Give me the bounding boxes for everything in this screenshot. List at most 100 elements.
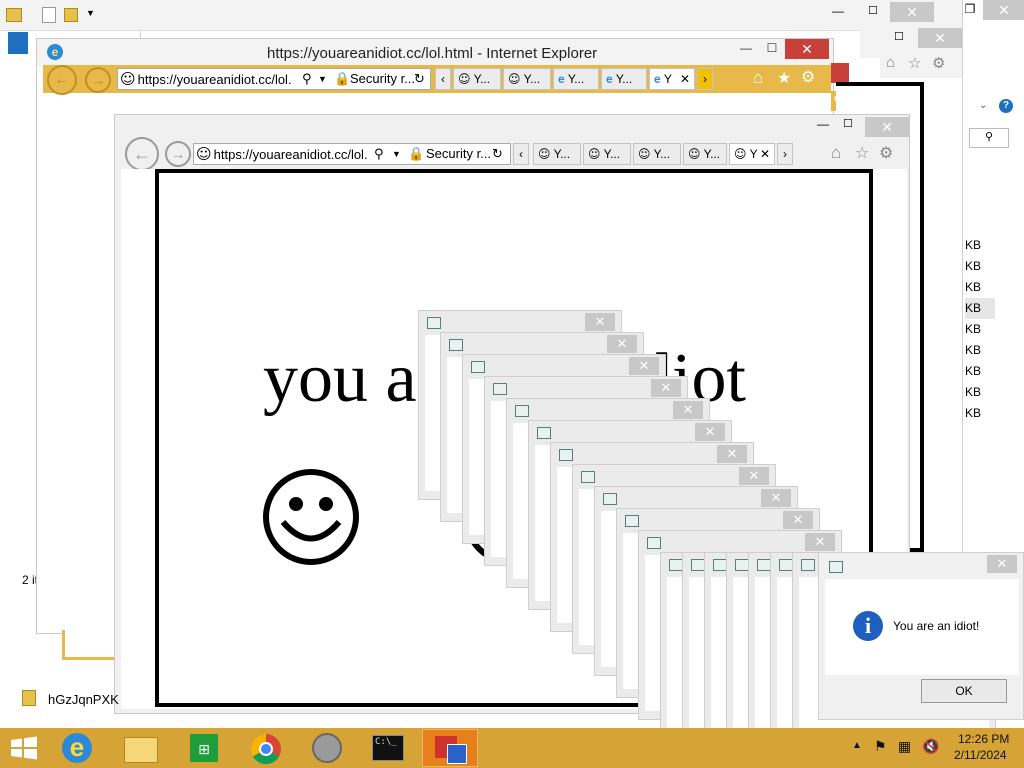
home-icon[interactable]: ⌂: [753, 68, 763, 88]
taskbar-ie-button[interactable]: e: [50, 729, 106, 767]
clock-date[interactable]: 2/11/2024: [954, 748, 1007, 762]
tab-scroll-right[interactable]: ›: [697, 68, 713, 90]
close-button[interactable]: ✕: [695, 423, 725, 441]
maximize-button[interactable]: ☐: [868, 4, 878, 17]
close-button[interactable]: ✕: [761, 489, 791, 507]
close-button[interactable]: ✕: [865, 117, 909, 137]
tab-scroll-left[interactable]: ‹: [435, 68, 451, 90]
forward-button[interactable]: →: [85, 67, 111, 93]
size-unit: KB: [965, 322, 982, 336]
search-icon[interactable]: ⚲: [302, 69, 312, 89]
network-icon[interactable]: ▦: [898, 738, 911, 755]
minimize-button[interactable]: —: [832, 4, 844, 18]
browser-tab-active[interactable]: e Y ✕: [649, 68, 695, 90]
taskbar-store-button[interactable]: ⊞: [176, 729, 232, 767]
back-button[interactable]: ←: [47, 65, 77, 95]
taskbar-active-app-button[interactable]: [422, 729, 478, 767]
browser-tab[interactable]: e Y...: [553, 68, 599, 90]
address-bar[interactable]: ☺ https://youareanidiot.cc/lol. ⚲ ▼ 🔒 Sec…: [117, 68, 431, 90]
browser-tab[interactable]: ☺ Y...: [633, 143, 681, 165]
popup-app-icon: [493, 383, 507, 395]
settings-icon[interactable]: ⚙: [879, 143, 893, 163]
size-unit: KB: [965, 298, 995, 319]
taskbar-cmd-button[interactable]: C:\_: [360, 729, 416, 767]
taskbar-explorer-button[interactable]: [112, 729, 168, 767]
minimize-button[interactable]: —: [817, 117, 829, 131]
forward-button[interactable]: →: [165, 141, 191, 167]
close-button[interactable]: ✕: [983, 0, 1024, 20]
start-button[interactable]: [10, 736, 38, 760]
favorites-icon[interactable]: ☆: [908, 54, 921, 72]
close-button[interactable]: ✕: [651, 379, 681, 397]
dropdown-icon[interactable]: ▼: [318, 69, 327, 89]
close-button[interactable]: ✕: [785, 39, 829, 59]
maximize-button[interactable]: ☐: [894, 30, 904, 43]
tab-close-icon[interactable]: ✕: [680, 69, 690, 89]
browser-tab[interactable]: e Y...: [601, 68, 647, 90]
favorites-icon[interactable]: ☆: [855, 143, 869, 163]
folder-icon[interactable]: [6, 8, 22, 22]
maximize-button[interactable]: ☐: [843, 117, 853, 130]
clock-time[interactable]: 12:26 PM: [958, 732, 1009, 746]
chevron-down-icon[interactable]: ⌄: [979, 100, 987, 111]
close-button[interactable]: ✕: [783, 511, 813, 529]
address-bar[interactable]: ☺ https://youareanidiot.cc/lol. ⚲ ▼ 🔒 Sec…: [193, 143, 511, 165]
browser-tab[interactable]: ☺ Y...: [453, 68, 501, 90]
tab-scroll-right[interactable]: ›: [777, 143, 793, 165]
close-button[interactable]: ✕: [987, 555, 1017, 573]
taskbar-safari-button[interactable]: [300, 729, 356, 767]
dropdown-icon[interactable]: ▼: [392, 144, 401, 164]
site-smiley-icon: ☺: [196, 145, 212, 163]
maximize-button[interactable]: ☐: [759, 39, 785, 59]
browser-tab[interactable]: ☺ Y...: [503, 68, 551, 90]
tray-expand-icon[interactable]: ▲: [852, 740, 862, 751]
dialog-app-icon: [829, 561, 843, 573]
close-button[interactable]: ✕: [918, 28, 962, 48]
browser-tab-active[interactable]: ☺ Y ✕: [729, 143, 775, 165]
favorites-icon[interactable]: ★: [777, 68, 791, 88]
taskbar-chrome-button[interactable]: [238, 729, 294, 767]
close-button[interactable]: ✕: [739, 467, 769, 485]
close-button[interactable]: ✕: [717, 445, 747, 463]
tab-label: Y...: [703, 147, 721, 161]
settings-icon[interactable]: ⚙: [801, 67, 815, 87]
close-button[interactable]: ✕: [585, 313, 615, 331]
popup-app-icon: [713, 559, 727, 571]
properties-icon[interactable]: [42, 7, 56, 23]
refresh-icon[interactable]: ↻: [414, 69, 425, 89]
tab-close-icon[interactable]: ✕: [760, 144, 770, 164]
tab-smiley-icon: ☺: [508, 72, 521, 86]
size-unit: KB: [965, 343, 982, 357]
help-icon[interactable]: ?: [999, 99, 1013, 113]
search-icon[interactable]: ⚲: [374, 144, 384, 164]
close-button[interactable]: ✕: [673, 401, 703, 419]
close-button[interactable]: ✕: [805, 533, 835, 551]
close-button[interactable]: ✕: [629, 357, 659, 375]
browser-tab[interactable]: ☺ Y...: [683, 143, 727, 165]
desktop-file-label[interactable]: hGzJqnPXK: [48, 692, 119, 707]
close-button[interactable]: ✕: [607, 335, 637, 353]
back-button[interactable]: ←: [125, 137, 159, 171]
taskbar: e ⊞ C:\_ ▲ ⚑ ▦ 🔇 12:26 PM 2/11/2024: [0, 728, 1024, 768]
desktop-file-icon[interactable]: [22, 690, 36, 706]
action-center-icon[interactable]: ⚑: [874, 738, 887, 755]
minimize-button[interactable]: —: [733, 39, 759, 59]
file-tab-blue[interactable]: [8, 32, 28, 54]
browser-tab[interactable]: ☺ Y...: [533, 143, 581, 165]
volume-muted-icon[interactable]: 🔇: [922, 738, 939, 755]
search-icon: ⚲: [985, 131, 994, 143]
popup-app-icon: [669, 559, 683, 571]
browser-tab[interactable]: ☺ Y...: [583, 143, 631, 165]
ok-button[interactable]: OK: [921, 679, 1007, 703]
home-icon[interactable]: ⌂: [886, 54, 895, 71]
close-button[interactable]: ✕: [890, 2, 934, 22]
refresh-icon[interactable]: ↻: [492, 144, 503, 164]
tab-label: Y: [749, 147, 758, 161]
tab-scroll-left[interactable]: ‹: [513, 143, 529, 165]
size-unit: KB: [965, 238, 982, 252]
home-icon[interactable]: ⌂: [831, 143, 841, 163]
settings-icon[interactable]: ⚙: [932, 54, 945, 72]
new-folder-icon[interactable]: [64, 8, 78, 22]
chevron-down-icon[interactable]: ▼: [86, 8, 95, 18]
info-icon: i: [853, 611, 883, 641]
